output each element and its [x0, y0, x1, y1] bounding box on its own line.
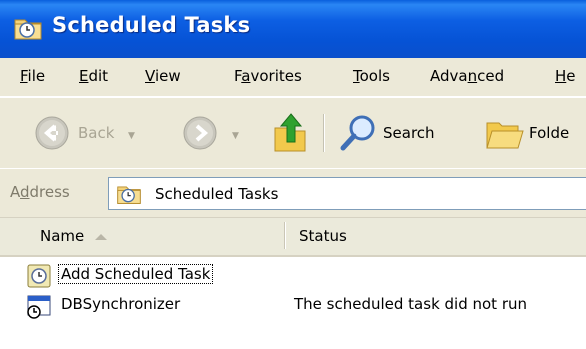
forward-icon [183, 116, 217, 150]
back-icon [35, 116, 69, 150]
folders-label: Folde [529, 124, 570, 142]
search-icon [340, 115, 375, 151]
folders-button[interactable]: Folde [484, 113, 569, 153]
add-scheduled-task-icon [27, 264, 51, 288]
window-title: Scheduled Tasks [52, 13, 251, 37]
menu-edit[interactable]: Edit [79, 67, 108, 85]
title-bar[interactable]: Scheduled Tasks [0, 0, 586, 58]
folders-icon [486, 122, 524, 149]
address-label: Address [10, 183, 70, 201]
menu-tools[interactable]: Tools [353, 67, 390, 85]
back-dropdown-icon[interactable]: ▼ [128, 131, 135, 141]
toolbar: Back ▼ ▼ Search Folde [0, 97, 586, 169]
up-button[interactable] [271, 110, 311, 154]
sort-ascending-icon [95, 234, 107, 240]
menu-file[interactable]: File [20, 67, 45, 85]
column-header-name[interactable]: Name [40, 227, 84, 245]
back-button[interactable]: Back [34, 115, 114, 151]
scheduled-task-icon [27, 295, 51, 319]
address-value: Scheduled Tasks [155, 185, 279, 203]
task-name: DBSynchronizer [61, 295, 181, 313]
search-label: Search [383, 124, 435, 142]
address-bar: Address Scheduled Tasks [0, 168, 586, 217]
menu-view[interactable]: View [145, 67, 181, 85]
column-header-status[interactable]: Status [299, 227, 347, 245]
forward-button[interactable] [182, 115, 218, 151]
task-name: Add Scheduled Task [57, 264, 214, 284]
menu-favorites[interactable]: Favorites [234, 67, 302, 85]
column-divider[interactable] [284, 222, 286, 249]
list-item[interactable]: Add Scheduled Task [0, 261, 586, 291]
address-input[interactable]: Scheduled Tasks [108, 177, 586, 210]
menu-bar: File Edit View Favorites Tools Advanced … [0, 58, 586, 97]
scheduled-tasks-folder-icon [117, 186, 141, 204]
search-button[interactable]: Search [338, 113, 435, 153]
up-folder-icon [274, 113, 306, 152]
column-headers: Name Status [0, 217, 586, 257]
list-item[interactable]: DBSynchronizer The scheduled task did no… [0, 291, 586, 321]
menu-help[interactable]: He [555, 67, 576, 85]
back-label: Back [78, 124, 115, 142]
task-status: The scheduled task did not run [294, 295, 528, 313]
forward-dropdown-icon[interactable]: ▼ [232, 131, 239, 141]
menu-advanced[interactable]: Advanced [430, 67, 504, 85]
scheduled-tasks-folder-icon [14, 19, 42, 40]
toolbar-separator [323, 114, 325, 152]
